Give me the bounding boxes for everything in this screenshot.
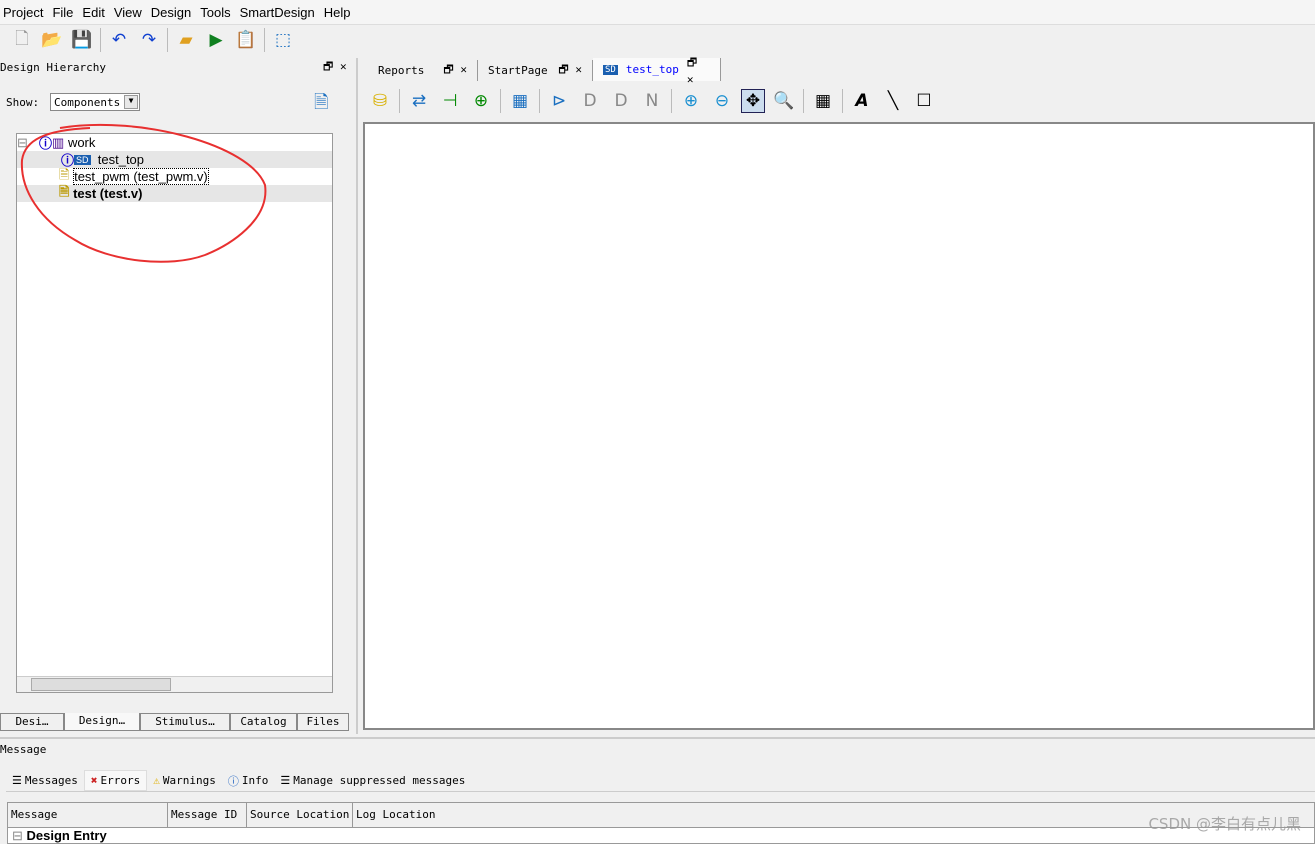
restore-icon[interactable]: 🗗 ✕ — [323, 58, 347, 77]
error-icon: ✖ — [90, 774, 98, 787]
run-icon[interactable]: ▶ — [204, 28, 228, 52]
message-table: Message Message ID Source Location Log L… — [7, 802, 1315, 844]
tab-manage-suppressed[interactable]: ☰ Manage suppressed messages — [274, 770, 471, 791]
menu-file[interactable]: File — [49, 5, 79, 20]
tab-info[interactable]: ⓘ Info — [222, 770, 275, 791]
open-folder-icon[interactable]: 📂 — [40, 28, 64, 52]
tree-item-test[interactable]: 🗎 test (test.v) — [17, 183, 332, 202]
package-icon[interactable]: ▰ — [174, 28, 198, 52]
tree-item-work[interactable]: ⊟ ⓘ ▥ work — [17, 134, 332, 152]
tab-design[interactable]: Design… — [64, 713, 140, 731]
show-label: Show: — [6, 96, 40, 109]
menu-bar: Project File Edit View Design Tools Smar… — [0, 0, 1315, 25]
report-icon[interactable]: 📋 — [234, 28, 258, 52]
hierarchy-tree: ⊟ ⓘ ▥ work ⓘ SD test_top 🗎 test_pwm (test_p… — [16, 133, 333, 693]
menu-view[interactable]: View — [111, 5, 148, 20]
database-config-icon[interactable]: ⛁ — [368, 89, 392, 113]
info-icon: ⓘ — [227, 774, 239, 788]
show-select[interactable]: Components ▼ — [50, 93, 140, 111]
zoom-fit-icon[interactable]: ✥ — [741, 89, 765, 113]
connect-icon[interactable]: ⇄ — [407, 89, 431, 113]
save-icon[interactable]: 💾 — [70, 28, 94, 52]
tab-messages[interactable]: ☰ Messages — [6, 770, 84, 791]
text-icon[interactable]: A — [850, 89, 874, 113]
add-port-icon[interactable]: ⊣ — [438, 89, 462, 113]
table-header: Message Message ID Source Location Log L… — [8, 803, 1314, 828]
horizontal-scrollbar[interactable] — [17, 676, 332, 692]
menu-project[interactable]: Project — [0, 5, 49, 20]
gate-swap-icon[interactable]: ⊳ — [547, 89, 571, 113]
warning-icon: ⚠ — [153, 774, 160, 787]
tab-startpage[interactable]: StartPage 🗗 ✕ — [478, 60, 593, 81]
collapse-icon: ⊟ — [12, 828, 23, 843]
message-tabs: ☰ Messages ✖ Errors ⚠ Warnings ⓘ Info ☰ Manag… — [6, 770, 1315, 792]
rectangle-icon[interactable]: ☐ — [912, 89, 936, 113]
menu-design[interactable]: Design — [148, 5, 197, 20]
show-value: Components — [54, 96, 121, 109]
list-icon: ☰ — [12, 774, 22, 787]
tab-desi[interactable]: Desi… — [0, 713, 64, 731]
design-canvas[interactable] — [363, 122, 1315, 730]
menu-smartdesign[interactable]: SmartDesign — [237, 5, 321, 20]
zoom-area-icon[interactable]: 🔍 — [772, 89, 796, 113]
smartdesign-icon: SD — [74, 154, 91, 165]
info-icon: ⓘ — [39, 136, 53, 151]
tab-reports[interactable]: Reports 🗗 ✕ — [368, 60, 478, 81]
menu-help[interactable]: Help — [321, 5, 357, 20]
redo-icon[interactable]: ↷ — [137, 28, 161, 52]
message-title: Message — [0, 743, 47, 756]
gate-disconnect-icon[interactable]: D — [609, 89, 633, 113]
chevron-down-icon: ▼ — [124, 95, 138, 109]
gate-connect-icon[interactable]: D — [578, 89, 602, 113]
zoom-in-icon[interactable]: ⊕ — [679, 89, 703, 113]
bus-icon[interactable]: ▦ — [508, 89, 532, 113]
table-row[interactable]: ⊟ Design Entry — [8, 828, 1314, 844]
line-icon[interactable]: ╲ — [881, 89, 905, 113]
gate-invert-icon[interactable]: N — [640, 89, 664, 113]
tab-files[interactable]: Files — [297, 713, 349, 731]
tab-errors[interactable]: ✖ Errors — [83, 770, 148, 791]
grid-icon[interactable]: ▦ — [811, 89, 835, 113]
watermark: CSDN @李白有点儿黑 — [1148, 815, 1301, 833]
tab-catalog[interactable]: Catalog — [230, 713, 297, 731]
menu-tools[interactable]: Tools — [197, 5, 236, 20]
smartdesign-icon: SD — [603, 64, 618, 75]
canvas-toolbar: ⛁ ⇄ ⊣ ⊕ ▦ ⊳ D D N ⊕ ⊖ ✥ 🔍 ▦ A ╲ ☐ — [368, 89, 936, 113]
new-file-icon[interactable]: 🗋 — [10, 28, 34, 52]
library-icon: ▥ — [52, 134, 65, 150]
tab-warnings[interactable]: ⚠ Warnings — [147, 770, 222, 791]
window-icon[interactable]: ⬚ — [271, 28, 295, 52]
hierarchy-title: Design Hierarchy — [0, 61, 106, 74]
tab-stimulus[interactable]: Stimulus… — [140, 713, 230, 731]
zoom-out-icon[interactable]: ⊖ — [710, 89, 734, 113]
hdl-file-icon[interactable]: 🗎 — [314, 90, 328, 120]
menu-edit[interactable]: Edit — [79, 5, 110, 20]
tab-test-top[interactable]: SD test_top 🗗 ✕ — [593, 56, 721, 86]
hdl-file-icon: 🗎 — [59, 183, 70, 199]
main-toolbar: 🗋 📂 💾 ↶ ↷ ▰ ▶ 📋 ⬚ — [10, 28, 295, 52]
undo-icon[interactable]: ↶ — [107, 28, 131, 52]
add-component-icon[interactable]: ⊕ — [469, 89, 493, 113]
list-icon: ☰ — [280, 774, 291, 787]
